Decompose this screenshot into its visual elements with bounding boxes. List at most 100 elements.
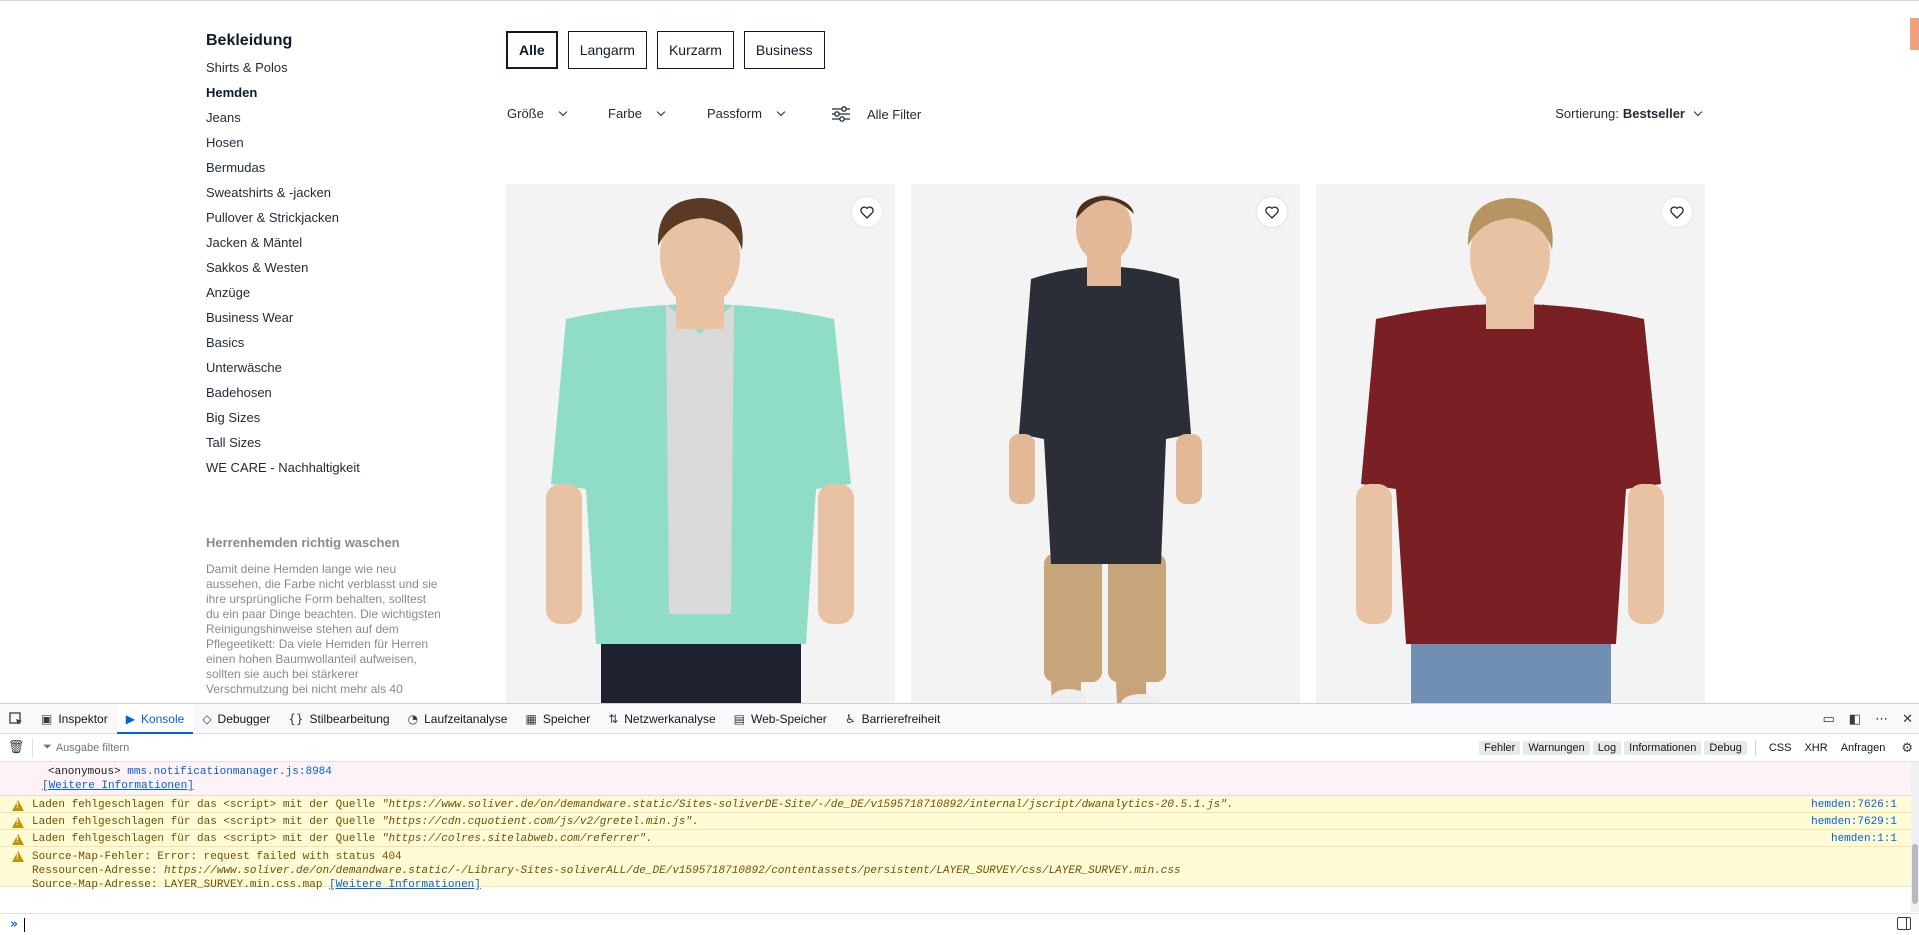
performance-icon: ◔ <box>407 711 419 726</box>
warning-icon <box>12 800 24 811</box>
console-settings-icon[interactable]: ⚙ <box>1901 741 1913 756</box>
warning-prefix: Laden fehlgeschlagen für das <script> mi… <box>32 833 382 845</box>
console-filter-input[interactable]: ⏷ Ausgabe filtern <box>32 737 129 758</box>
tab-web-speicher[interactable]: ▤ Web-Speicher <box>725 704 836 734</box>
product-card[interactable] <box>1316 184 1705 703</box>
console-output: <anonymous> mms.notificationmanager.js:8… <box>0 762 1919 891</box>
category-item[interactable]: Badehosen <box>206 384 446 409</box>
filter-sliders-icon <box>832 106 850 122</box>
wishlist-heart-icon[interactable] <box>1257 197 1287 227</box>
product-card[interactable] <box>506 184 895 703</box>
warning-message: Laden fehlgeschlagen für das <script> mi… <box>0 830 1919 847</box>
tab-konsole[interactable]: ▶ Konsole <box>116 703 194 734</box>
fit-filter[interactable]: Passform <box>707 106 786 121</box>
category-item[interactable]: Unterwäsche <box>206 359 446 384</box>
care-text: Damit deine Hemden lange wie neu aussehe… <box>206 562 441 696</box>
category-item[interactable]: Hemden <box>206 84 446 109</box>
console-scrollbar[interactable] <box>1911 762 1919 912</box>
all-filters-button[interactable]: Alle Filter <box>831 106 921 122</box>
level-filter-debug[interactable]: Debug <box>1704 741 1747 755</box>
product-image <box>1356 198 1664 703</box>
tab-netzwerkanalyse[interactable]: ⇅ Netzwerkanalyse <box>599 704 724 734</box>
tab-barrierefreiheit[interactable]: ♿ Barrierefreiheit <box>836 704 949 734</box>
sourcemap-address: Source-Map-Adresse: LAYER_SURVEY.min.css… <box>32 879 330 891</box>
category-item[interactable]: Sweatshirts & -jacken <box>206 184 446 209</box>
tab-label: Stilbearbeitung <box>309 711 390 726</box>
category-item[interactable]: Bermudas <box>206 159 446 184</box>
warning-list: Laden fehlgeschlagen für das <script> mi… <box>0 796 1919 847</box>
category-item[interactable]: Sakkos & Westen <box>206 259 446 284</box>
stack-function: <anonymous> <box>48 766 121 778</box>
warning-source-link[interactable]: hemden:7629:1 <box>1811 816 1897 828</box>
log-level-filters: Fehler Warnungen Log Informationen Debug CSS X… <box>1479 734 1913 762</box>
category-item[interactable]: Hosen <box>206 134 446 159</box>
devtools-toolbar: ▣ Inspektor ▶ Konsole ◇ Debugger {} Stilbearbei… <box>0 703 1919 734</box>
category-item[interactable]: Jeans <box>206 109 446 134</box>
chevron-down-icon <box>776 107 786 116</box>
tab-label: Debugger <box>217 711 271 726</box>
level-filter-log[interactable]: Log <box>1592 741 1622 755</box>
page-scrollbar-thumb[interactable] <box>1910 18 1919 50</box>
clear-console-icon[interactable]: 🗑 <box>0 740 32 755</box>
wishlist-heart-icon[interactable] <box>852 197 882 227</box>
filter-css[interactable]: CSS <box>1764 741 1797 755</box>
more-info-row: [Weitere Informationen] <box>0 779 1919 793</box>
warning-text: Laden fehlgeschlagen für das <script> mi… <box>0 813 1919 829</box>
tab-debugger[interactable]: ◇ Debugger <box>193 704 279 734</box>
color-filter-label: Farbe <box>608 106 642 121</box>
level-filter-informationen[interactable]: Informationen <box>1624 741 1702 755</box>
sourcemap-line-2: Ressourcen-Adresse: https://www.soliver.… <box>0 864 1919 878</box>
category-item[interactable]: Tall Sizes <box>206 434 446 459</box>
warning-icon <box>12 817 24 828</box>
responsive-design-icon[interactable]: ▭ <box>1823 712 1835 727</box>
category-item[interactable]: Jacken & Mäntel <box>206 234 446 259</box>
category-item[interactable]: Anzüge <box>206 284 446 309</box>
product-image <box>546 198 854 703</box>
close-icon[interactable]: ✕ <box>1902 712 1913 727</box>
size-filter[interactable]: Größe <box>507 106 568 121</box>
category-item[interactable]: WE CARE - Nachhaltigkeit <box>206 459 446 484</box>
filter-bar: Größe Farbe Passform Alle Filter Sortier… <box>507 106 1707 128</box>
sort-dropdown[interactable]: Sortierung: Bestseller <box>1555 106 1703 121</box>
care-info: Herrenhemden richtig waschen Damit deine… <box>206 535 442 697</box>
more-info-link[interactable]: [Weitere Informationen] <box>42 780 194 792</box>
category-item[interactable]: Pullover & Strickjacken <box>206 209 446 234</box>
tab-stilbearbeitung[interactable]: {} Stilbearbeitung <box>279 704 398 734</box>
level-filter-warnungen[interactable]: Warnungen <box>1523 741 1590 755</box>
category-item[interactable]: Shirts & Polos <box>206 59 446 84</box>
product-card[interactable] <box>911 184 1300 703</box>
warning-source-link[interactable]: hemden:7626:1 <box>1811 799 1897 811</box>
warning-prefix: Laden fehlgeschlagen für das <script> mi… <box>32 799 382 811</box>
more-options-icon[interactable]: ⋯ <box>1875 712 1888 727</box>
divider <box>1754 740 1756 756</box>
stack-frame: <anonymous> mms.notificationmanager.js:8… <box>0 762 1919 779</box>
category-item[interactable]: Big Sizes <box>206 409 446 434</box>
level-filter-fehler[interactable]: Fehler <box>1479 741 1521 755</box>
element-picker-icon[interactable] <box>0 704 32 734</box>
filter-anfragen[interactable]: Anfragen <box>1836 741 1891 755</box>
wishlist-heart-icon[interactable] <box>1662 197 1692 227</box>
chip-business[interactable]: Business <box>743 31 825 69</box>
editor-mode-icon[interactable] <box>1897 917 1911 930</box>
warning-url: "https://colres.sitelabweb.com/referrer"… <box>381 833 653 845</box>
filter-xhr[interactable]: XHR <box>1799 741 1832 755</box>
dock-icon[interactable]: ◧ <box>1849 712 1861 727</box>
tab-label: Speicher <box>542 711 591 726</box>
tab-laufzeitanalyse[interactable]: ◔ Laufzeitanalyse <box>399 704 517 734</box>
sort-value: Bestseller <box>1622 106 1685 121</box>
warning-source-link[interactable]: hemden:1:1 <box>1831 833 1897 845</box>
category-item[interactable]: Basics <box>206 334 446 359</box>
color-filter[interactable]: Farbe <box>608 106 666 121</box>
chip-kurzarm[interactable]: Kurzarm <box>656 31 734 69</box>
devtools-panel: ▣ Inspektor ▶ Konsole ◇ Debugger {} Stilbearbei… <box>0 703 1919 935</box>
category-item[interactable]: Business Wear <box>206 309 446 334</box>
tab-inspektor[interactable]: ▣ Inspektor <box>32 704 117 734</box>
console-input[interactable]: » <box>0 913 1919 935</box>
funnel-icon: ⏷ <box>43 741 52 753</box>
chip-alle[interactable]: Alle <box>506 31 558 69</box>
stack-source-link[interactable]: mms.notificationmanager.js:8984 <box>127 766 332 778</box>
tab-speicher[interactable]: ▦ Speicher <box>516 704 599 734</box>
more-info-link[interactable]: [Weitere Informationen] <box>329 879 481 891</box>
debugger-icon: ◇ <box>202 711 212 726</box>
chip-langarm[interactable]: Langarm <box>567 31 647 69</box>
